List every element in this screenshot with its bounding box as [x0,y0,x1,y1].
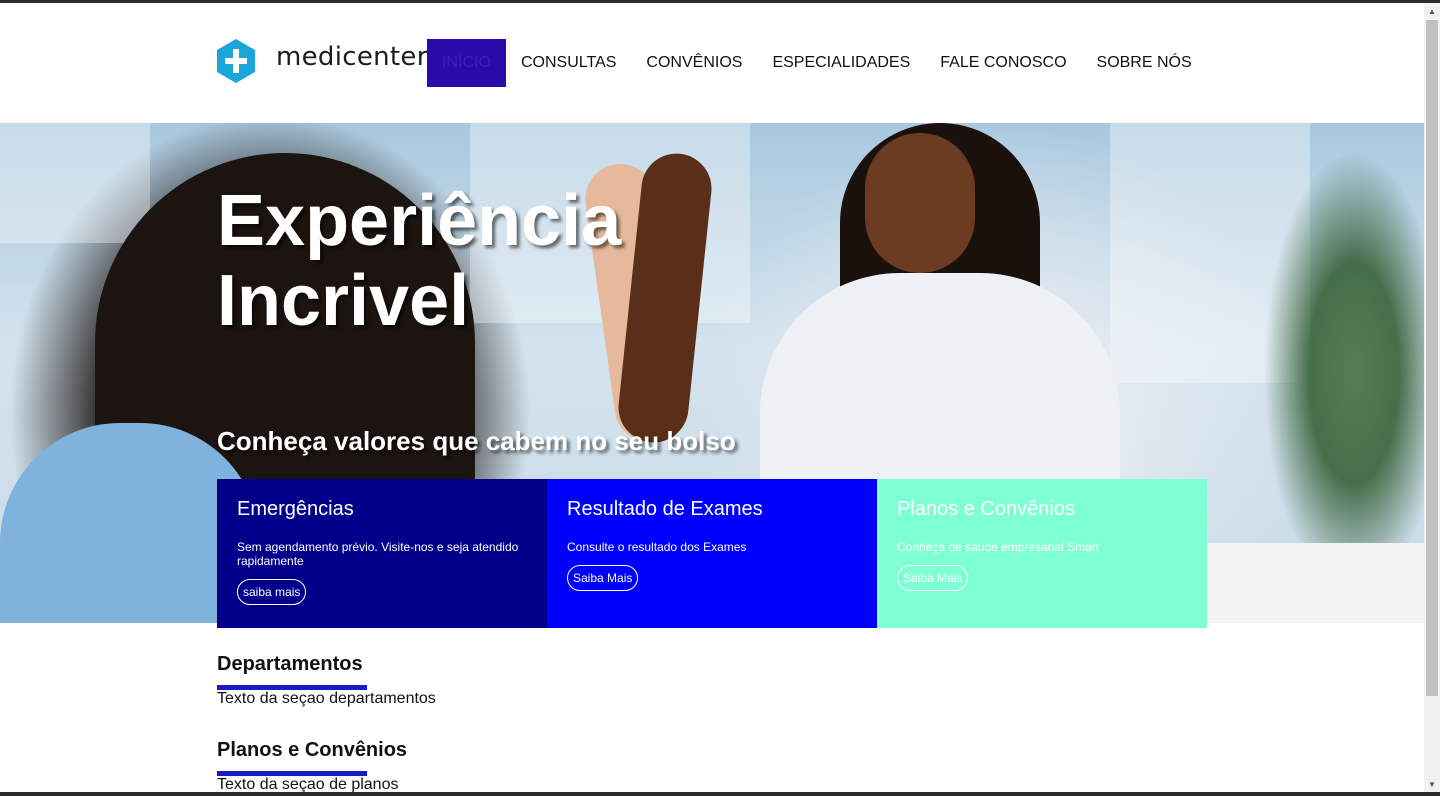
saiba-mais-button[interactable]: Saiba Mais [567,565,639,591]
card-planos-convenios: Planos e Convênios Conheça de saúde empr… [877,479,1207,628]
card-text: Conheça de saúde empresarial Smart [897,540,1100,554]
nav-item-consultas[interactable]: CONSULTAS [506,39,631,87]
scrollbar-thumb[interactable] [1426,20,1438,696]
section-planos: Planos e Convênios Texto da seçao de pla… [217,739,407,794]
card-title: Resultado de Exames [567,498,763,520]
card-title: Planos e Convênios [897,498,1075,520]
section-title: Departamentos [217,653,363,675]
hero-subtitle: Conheça valores que cabem no seu bolso [217,426,736,456]
brand-logo[interactable]: medicenter [217,39,428,83]
medical-cross-icon [217,39,255,83]
card-title: Emergências [237,498,354,520]
nav-item-convenios[interactable]: CONVÊNIOS [631,39,757,87]
nav-item-fale-conosco[interactable]: FALE CONOSCO [925,39,1081,87]
card-resultado-exames: Resultado de Exames Consulte o resultado… [547,479,877,628]
section-text: Texto da seçao departamentos [217,690,436,707]
site-header: medicenter INÍCIO CONSULTAS CONVÊNIOS ES… [0,3,1424,123]
hero-title: Experiência Incrivel [217,181,817,341]
doctor-face [865,133,975,273]
saiba-mais-button[interactable]: saiba mais [237,579,307,605]
saiba-mais-button[interactable]: Saiba Mais [897,565,969,591]
window-bottom-border [0,792,1440,796]
hero-title-line2: Incrivel [217,261,470,341]
desk-image [1200,543,1424,623]
hero-title-line1: Experiência [217,181,622,261]
brand-name: medicenter [276,42,428,72]
section-departamentos: Departamentos Texto da seçao departament… [217,653,436,708]
scroll-up-arrow-icon[interactable]: ▲ [1424,3,1440,19]
main-nav: INÍCIO CONSULTAS CONVÊNIOS ESPECIALIDADE… [427,39,1207,87]
nav-item-sobre-nos[interactable]: SOBRE NÓS [1082,39,1207,87]
nav-item-especialidades[interactable]: ESPECIALIDADES [757,39,925,87]
background-window [0,123,150,243]
page-scrollbar[interactable]: ▲ ▼ [1424,3,1440,792]
card-text: Sem agendamento prévio. Visite-nos e sej… [237,540,519,568]
section-title: Planos e Convênios [217,739,408,761]
scroll-down-arrow-icon[interactable]: ▼ [1424,776,1440,792]
card-text: Consulte o resultado dos Exames [567,540,747,554]
feature-cards: Emergências Sem agendamento prévio. Visi… [217,479,1207,628]
card-emergencias: Emergências Sem agendamento prévio. Visi… [217,479,547,628]
nav-item-inicio[interactable]: INÍCIO [427,39,506,87]
